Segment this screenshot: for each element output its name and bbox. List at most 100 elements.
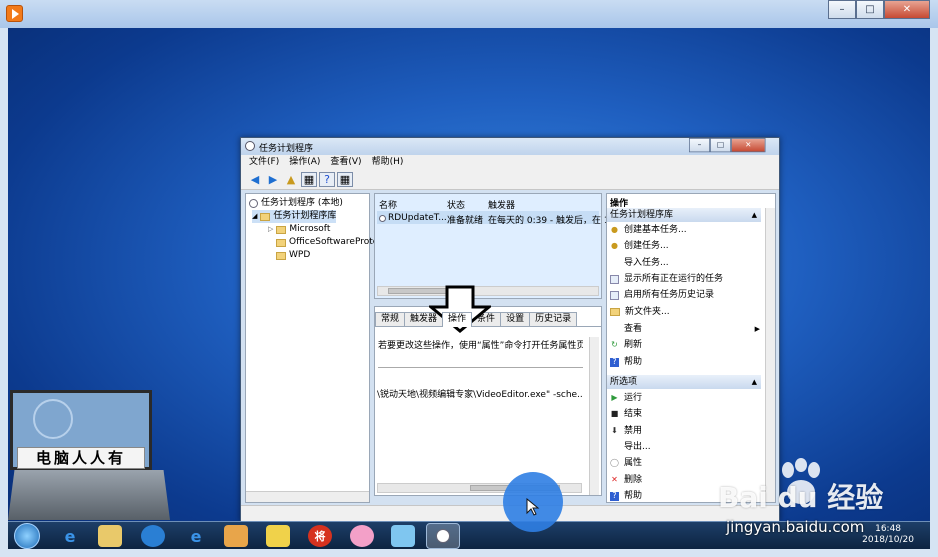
section-library[interactable]: 任务计划程序库 ▲ (607, 208, 761, 222)
task-scheduler-taskbar-button[interactable] (426, 523, 460, 549)
paint-icon[interactable] (224, 525, 248, 547)
action-disable[interactable]: ⬇ 禁用 (610, 424, 642, 438)
action-export[interactable]: 导出... (610, 440, 651, 454)
action-help[interactable]: ? 帮助 (610, 355, 642, 369)
folder-up-icon[interactable]: ▲ (283, 172, 299, 187)
action-view[interactable]: 查看 ▶ (610, 322, 760, 336)
show-hide-tree-icon[interactable]: ▦ (301, 172, 317, 187)
column-header-name[interactable]: 名称 (379, 198, 397, 211)
action-label: 创建任务... (624, 241, 669, 251)
window-maximize-button[interactable]: □ (710, 138, 731, 153)
folder-icon (276, 251, 286, 260)
history-icon (610, 290, 619, 300)
action-label: 属性 (624, 458, 643, 468)
folder-icon[interactable] (266, 525, 290, 547)
edge-browser-icon[interactable]: e (184, 525, 208, 547)
tree-horizontal-scrollbar[interactable] (246, 491, 369, 502)
list-icon (610, 274, 619, 284)
folder-icon (276, 238, 286, 247)
menu-help[interactable]: 帮助(H) (372, 155, 404, 170)
section-selected-item[interactable]: 所选项 ▲ (607, 375, 761, 389)
tab-general[interactable]: 常规 (375, 312, 406, 326)
tree-root[interactable]: 任务计划程序 (本地) (249, 197, 343, 210)
tree-item-microsoft[interactable]: ▷ Microsoft (268, 223, 330, 236)
action-import-task[interactable]: 导入任务... (610, 256, 669, 270)
blank-icon (610, 259, 619, 268)
clock-icon (379, 214, 386, 222)
action-label: 新文件夹... (625, 307, 670, 317)
menu-view[interactable]: 查看(V) (330, 155, 361, 170)
tree-item-label: WPD (289, 250, 311, 260)
action-end[interactable]: ■ 结束 (610, 407, 642, 421)
cloud-app-icon[interactable] (391, 525, 415, 547)
window-close-button[interactable]: ✕ (731, 138, 766, 153)
run-icon: ▶ (611, 393, 618, 402)
tab-history[interactable]: 历史记录 (529, 312, 578, 326)
task-detail-panel: 常规 触发器 操作 条件 设置 历史记录 若要更改这些操作，使用“属性”命令打开… (374, 306, 602, 496)
tree-item-officesoftwareprotection[interactable]: OfficeSoftwareProte (276, 236, 378, 249)
action-enable-history[interactable]: 启用所有任务历史记录 (610, 288, 714, 302)
action-label: 帮助 (624, 491, 643, 501)
minimize-button[interactable]: – (828, 0, 856, 19)
help-icon[interactable]: ? (319, 172, 335, 187)
action-show-running-tasks[interactable]: 显示所有正在运行的任务 (610, 272, 723, 286)
action-label: 导入任务... (624, 258, 669, 268)
task-icon: ● (611, 241, 618, 250)
tree-item-label: OfficeSoftwareProte (289, 237, 379, 247)
window-minimize-button[interactable]: – (689, 138, 710, 153)
action-create-task[interactable]: ● 创建任务... (610, 239, 669, 253)
action-refresh[interactable]: ↻ 刷新 (610, 338, 642, 352)
task-icon: ● (611, 225, 618, 234)
section-selected-label: 所选项 (610, 377, 638, 387)
submenu-arrow-icon: ▶ (754, 325, 760, 333)
tree-root-label: 任务计划程序 (本地) (261, 198, 343, 208)
show-hide-action-pane-icon[interactable]: ▦ (337, 172, 353, 187)
action-run[interactable]: ▶ 运行 (610, 391, 642, 405)
folder-icon (260, 212, 271, 221)
refresh-icon: ↻ (611, 340, 618, 349)
action-label: 刷新 (624, 340, 643, 350)
start-button[interactable] (14, 523, 40, 549)
action-label: 启用所有任务历史记录 (624, 290, 715, 300)
menu-bar: 文件(F) 操作(A) 查看(V) 帮助(H) (241, 155, 779, 170)
laptop-logo-screen: 电脑人人有 (10, 390, 152, 470)
clock-icon (245, 141, 255, 151)
help-icon: ? (610, 491, 619, 501)
expand-triangle-icon: ◢ (252, 212, 258, 220)
app-jiang-icon[interactable]: 将 (308, 525, 332, 547)
close-button[interactable]: ✕ (884, 0, 930, 19)
detail-vertical-scrollbar[interactable] (589, 337, 599, 495)
face-app-icon[interactable] (350, 525, 374, 547)
action-help-selected[interactable]: ? 帮助 (610, 489, 643, 502)
section-library-label: 任务计划程序库 (610, 210, 674, 220)
menu-file[interactable]: 文件(F) (249, 155, 279, 170)
action-create-basic-task[interactable]: ● 创建基本任务... (610, 223, 687, 237)
tab-actions[interactable]: 操作 (442, 312, 473, 327)
tree-item-wpd[interactable]: WPD (276, 249, 310, 262)
menu-action[interactable]: 操作(A) (289, 155, 320, 170)
action-label: 禁用 (624, 426, 643, 436)
tab-settings[interactable]: 设置 (500, 312, 531, 326)
column-header-status[interactable]: 状态 (447, 198, 465, 211)
window-controls: – □ ✕ (689, 138, 766, 153)
task-scheduler-window: 任务计划程序 – □ ✕ 文件(F) 操作(A) 查看(V) 帮助(H) ◀ ▶… (240, 137, 780, 522)
action-delete[interactable]: ✕ 删除 (610, 473, 642, 487)
folder-icon (276, 225, 287, 234)
app-icon-label: 将 (314, 530, 326, 543)
file-explorer-icon[interactable] (98, 525, 122, 547)
player-window-controls: – □ ✕ (828, 0, 930, 19)
media-player-icon[interactable] (141, 525, 165, 547)
action-label: 运行 (624, 393, 643, 403)
tree-item-library[interactable]: ◢ 任务计划程序库 (252, 210, 337, 223)
column-header-trigger[interactable]: 触发器 (488, 198, 515, 211)
action-new-folder[interactable]: 新文件夹... (610, 305, 670, 319)
mouse-cursor-icon (526, 498, 540, 516)
watermark-brand: Bai du 经验 (718, 481, 884, 514)
player-window: – □ ✕ 任务计划程序 – □ ✕ 文件(F) 操作(A) 查看(V) 帮助(… (0, 0, 938, 557)
forward-arrow-icon[interactable]: ▶ (265, 172, 281, 187)
ie-icon[interactable]: e (58, 525, 82, 547)
back-arrow-icon[interactable]: ◀ (247, 172, 263, 187)
action-properties[interactable]: ◯ 属性 (610, 456, 642, 470)
action-path-text: \锐动天地\视频编辑专家\VideoEditor.exe" -sche... (377, 390, 582, 400)
maximize-button[interactable]: □ (856, 0, 884, 19)
